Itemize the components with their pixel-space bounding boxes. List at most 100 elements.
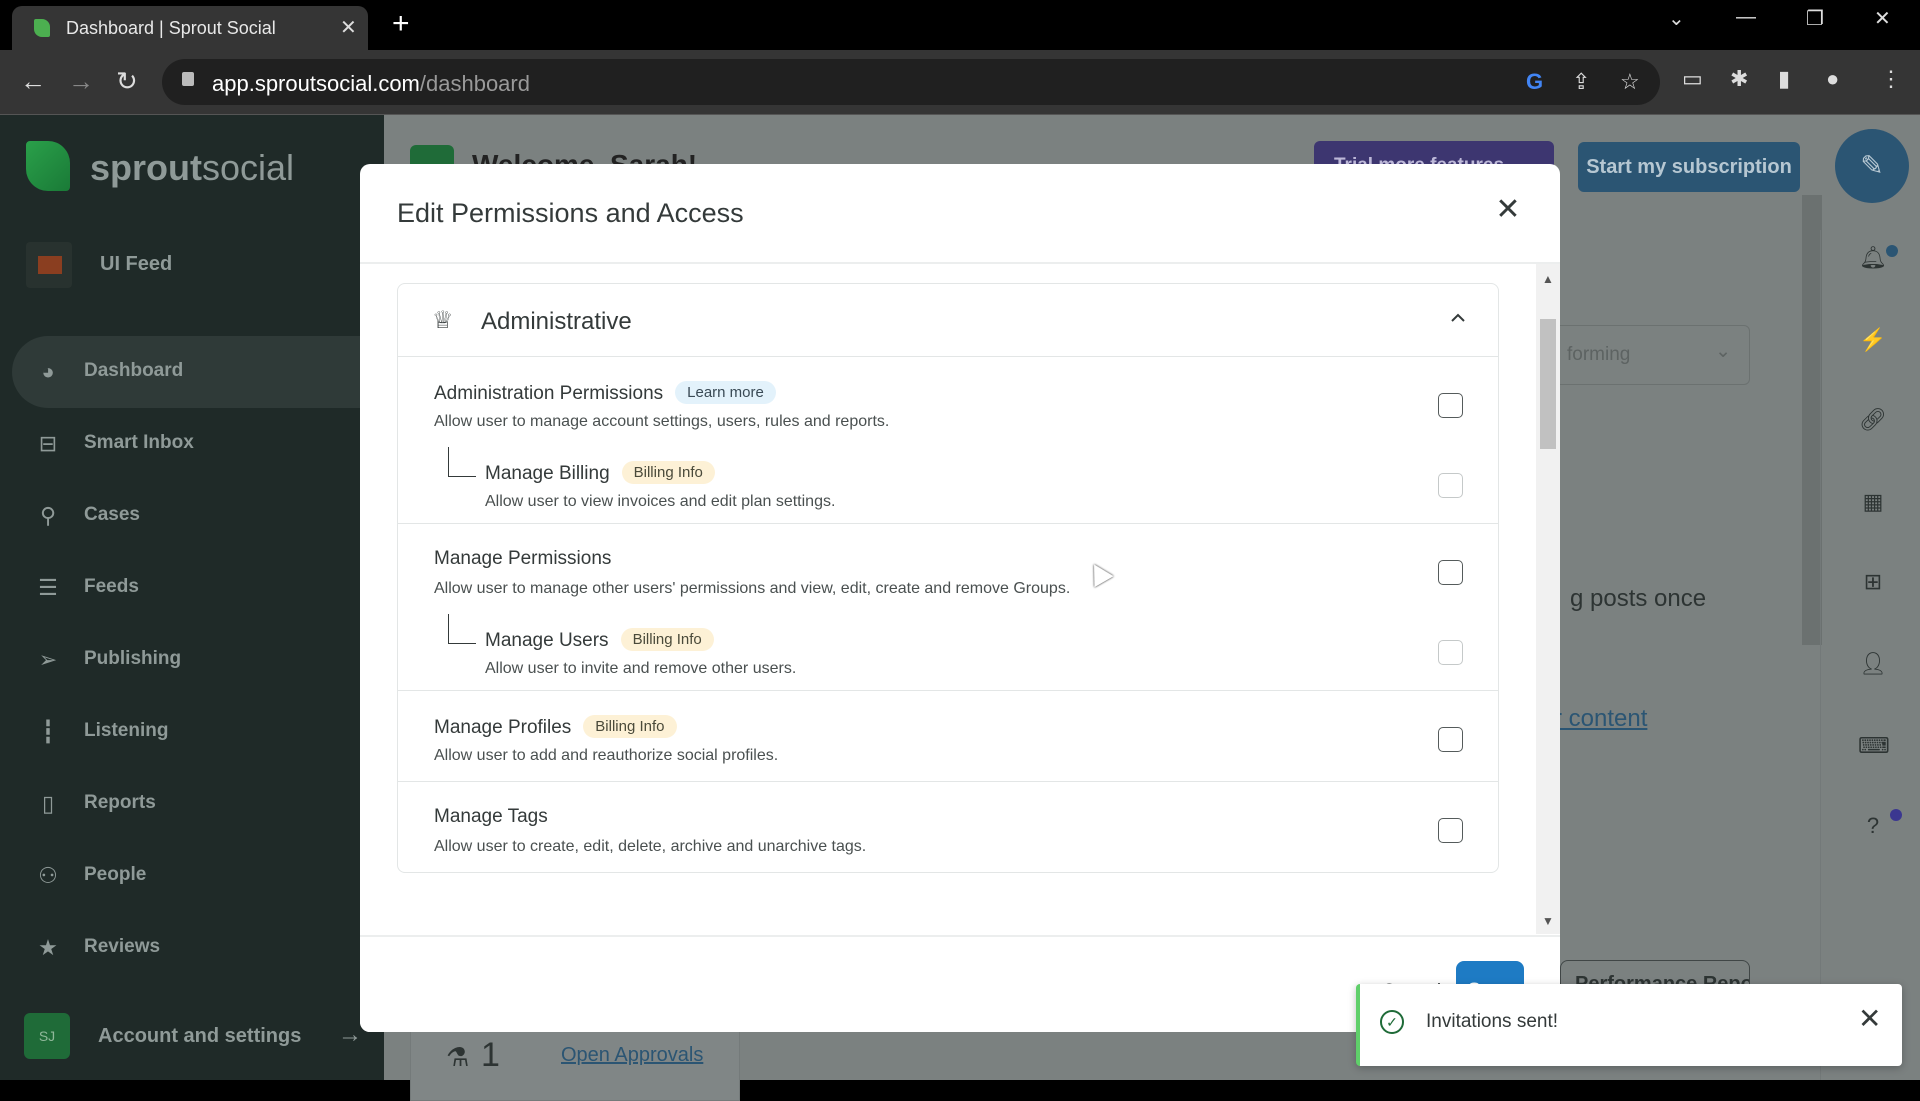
- feed-avatar: [26, 242, 72, 288]
- url-text: app.sproutsocial.com/dashboard: [212, 71, 530, 96]
- permission-row: Manage Tags Allow user to create, edit, …: [398, 782, 1498, 873]
- billing-info-badge[interactable]: Billing Info: [583, 715, 677, 738]
- minimize-icon[interactable]: —: [1736, 6, 1756, 29]
- modal-body: ♕ Administrative Administration Permissi…: [360, 264, 1560, 1032]
- add-icon[interactable]: ⊞: [1858, 569, 1888, 599]
- feed-label: UI Feed: [100, 253, 173, 275]
- toast-close-icon[interactable]: ✕: [1858, 1002, 1881, 1035]
- star-icon: ★: [38, 935, 58, 960]
- background-select[interactable]: forming ⌄: [1540, 325, 1750, 385]
- people-icon: ⚇: [38, 863, 58, 888]
- chevron-up-icon[interactable]: [1446, 306, 1470, 330]
- add-user-icon[interactable]: 👤︎: [1858, 651, 1888, 681]
- browser-tab[interactable]: Dashboard | Sprout Social ✕: [12, 6, 368, 50]
- approvals-card: ⚗ 1 Open Approvals: [410, 1021, 740, 1101]
- reload-icon[interactable]: ↻: [116, 66, 138, 97]
- sidebar-item-feeds[interactable]: ☰ Feeds: [12, 552, 384, 624]
- permission-title: Manage Billing Billing Info: [485, 461, 715, 485]
- restore-icon[interactable]: ❐: [1806, 6, 1824, 31]
- share-icon[interactable]: ⇪: [1572, 69, 1590, 95]
- scroll-up-icon[interactable]: ▲: [1542, 272, 1554, 286]
- sidebar: sproutsocial UI Feed ◕ Dashboard ⊟ Smart I…: [0, 115, 384, 1080]
- user-avatar: SJ: [24, 1013, 70, 1059]
- browser-toolbar: ← → ↻ app.sproutsocial.com/dashboard G ⇪…: [0, 50, 1920, 115]
- permission-title: Administration Permissions Learn more: [434, 381, 776, 405]
- browser-tab-bar: Dashboard | Sprout Social ✕ + ⌄ — ❐ ✕: [0, 0, 1920, 50]
- modal-close-icon[interactable]: ✕: [1488, 190, 1528, 230]
- extensions-icon[interactable]: ✱: [1730, 66, 1748, 92]
- side-panel-icon[interactable]: ▮: [1778, 66, 1790, 92]
- pin-icon: ⚲: [39, 503, 57, 528]
- sidebar-item-reviews[interactable]: ★ Reviews: [12, 912, 384, 984]
- keyboard-icon[interactable]: ⌨: [1858, 733, 1890, 763]
- modal-scrollbar[interactable]: ▲ ▼: [1536, 264, 1560, 934]
- folder-icon: [38, 256, 62, 274]
- manage-tags-checkbox[interactable]: [1438, 818, 1463, 843]
- check-circle-icon: ✓: [1380, 1010, 1404, 1034]
- sidebar-item-people[interactable]: ⚇ People: [12, 840, 384, 912]
- edit-permissions-modal: Edit Permissions and Access ✕ ♕ Administ…: [360, 164, 1560, 1032]
- cast-icon[interactable]: ▭: [1682, 66, 1703, 92]
- address-bar[interactable]: app.sproutsocial.com/dashboard G ⇪ ☆: [162, 59, 1660, 105]
- start-subscription-button[interactable]: Start my subscription: [1578, 142, 1800, 192]
- approvals-count: 1: [481, 1036, 500, 1074]
- permission-desc: Allow user to create, edit, delete, arch…: [434, 838, 867, 855]
- learn-more-badge[interactable]: Learn more: [675, 381, 776, 404]
- lock-icon: [182, 72, 194, 86]
- link-icon[interactable]: 🔗︎: [1858, 407, 1888, 437]
- permission-row: Administration Permissions Learn more All…: [398, 357, 1498, 524]
- manage-permissions-checkbox[interactable]: [1438, 560, 1463, 585]
- open-approvals-link[interactable]: Open Approvals: [561, 1044, 703, 1067]
- permission-desc: Allow user to manage account settings, u…: [434, 413, 890, 430]
- sidebar-item-dashboard[interactable]: ◕ Dashboard: [12, 336, 384, 408]
- scroll-down-icon[interactable]: ▼: [1542, 914, 1554, 928]
- compose-icon: ✎: [1860, 150, 1884, 181]
- bell-icon[interactable]: 🔔︎: [1858, 245, 1888, 275]
- permission-row: Manage Profiles Billing Info Allow user t…: [398, 691, 1498, 782]
- quick-reply-icon[interactable]: ⚡: [1858, 327, 1888, 357]
- window-close-icon[interactable]: ✕: [1874, 6, 1891, 31]
- section-header[interactable]: ♕ Administrative: [398, 284, 1498, 357]
- sidebar-item-cases[interactable]: ⚲ Cases: [12, 480, 384, 552]
- permission-desc: Allow user to view invoices and edit pla…: [485, 493, 836, 510]
- google-icon[interactable]: G: [1526, 69, 1543, 95]
- sprout-favicon-icon: [34, 19, 50, 37]
- forward-icon[interactable]: →: [68, 66, 94, 97]
- tab-close-icon[interactable]: ✕: [340, 15, 357, 40]
- help-icon[interactable]: ?: [1858, 813, 1888, 843]
- back-icon[interactable]: ←: [20, 66, 46, 97]
- tab-search-icon[interactable]: ⌄: [1668, 6, 1685, 31]
- modal-title: Edit Permissions and Access: [397, 198, 744, 228]
- section-title: Administrative: [481, 308, 632, 335]
- manage-billing-checkbox[interactable]: [1438, 473, 1463, 498]
- administrative-section: ♕ Administrative Administration Permissi…: [397, 283, 1499, 873]
- permission-desc: Allow user to manage other users' permis…: [434, 580, 1071, 597]
- page-scrollbar[interactable]: [1802, 195, 1822, 645]
- new-tab-button[interactable]: +: [392, 8, 410, 40]
- waveform-icon: ┇: [41, 719, 55, 744]
- sidebar-item-publishing[interactable]: ➢ Publishing: [12, 624, 384, 696]
- manage-users-checkbox[interactable]: [1438, 640, 1463, 665]
- administration-permissions-checkbox[interactable]: [1438, 393, 1463, 418]
- billing-info-badge[interactable]: Billing Info: [621, 461, 715, 484]
- sidebar-item-smart-inbox[interactable]: ⊟ Smart Inbox: [12, 408, 384, 480]
- send-icon: ➢: [38, 647, 58, 672]
- scroll-thumb[interactable]: [1540, 319, 1556, 449]
- menu-icon[interactable]: ⋮: [1880, 66, 1902, 92]
- help-dot: [1890, 809, 1902, 821]
- manage-profiles-checkbox[interactable]: [1438, 727, 1463, 752]
- list-icon: ☰: [38, 575, 58, 600]
- profile-icon[interactable]: ●: [1826, 66, 1839, 92]
- brand-wordmark: sproutsocial: [90, 147, 295, 188]
- sidebar-item-reports[interactable]: ▯ Reports: [12, 768, 384, 840]
- arrow-right-icon: →: [338, 1021, 362, 1048]
- compose-button[interactable]: ✎: [1835, 129, 1909, 203]
- permission-title: Manage Profiles Billing Info: [434, 715, 677, 739]
- background-link[interactable]: r content: [1554, 705, 1647, 733]
- bookmark-star-icon[interactable]: ☆: [1620, 69, 1640, 95]
- grid-icon[interactable]: ▦: [1858, 489, 1888, 519]
- tab-title: Dashboard | Sprout Social: [66, 18, 276, 38]
- modal-header: Edit Permissions and Access ✕: [360, 164, 1560, 264]
- billing-info-badge[interactable]: Billing Info: [620, 628, 714, 651]
- sidebar-item-listening[interactable]: ┇ Listening: [12, 696, 384, 768]
